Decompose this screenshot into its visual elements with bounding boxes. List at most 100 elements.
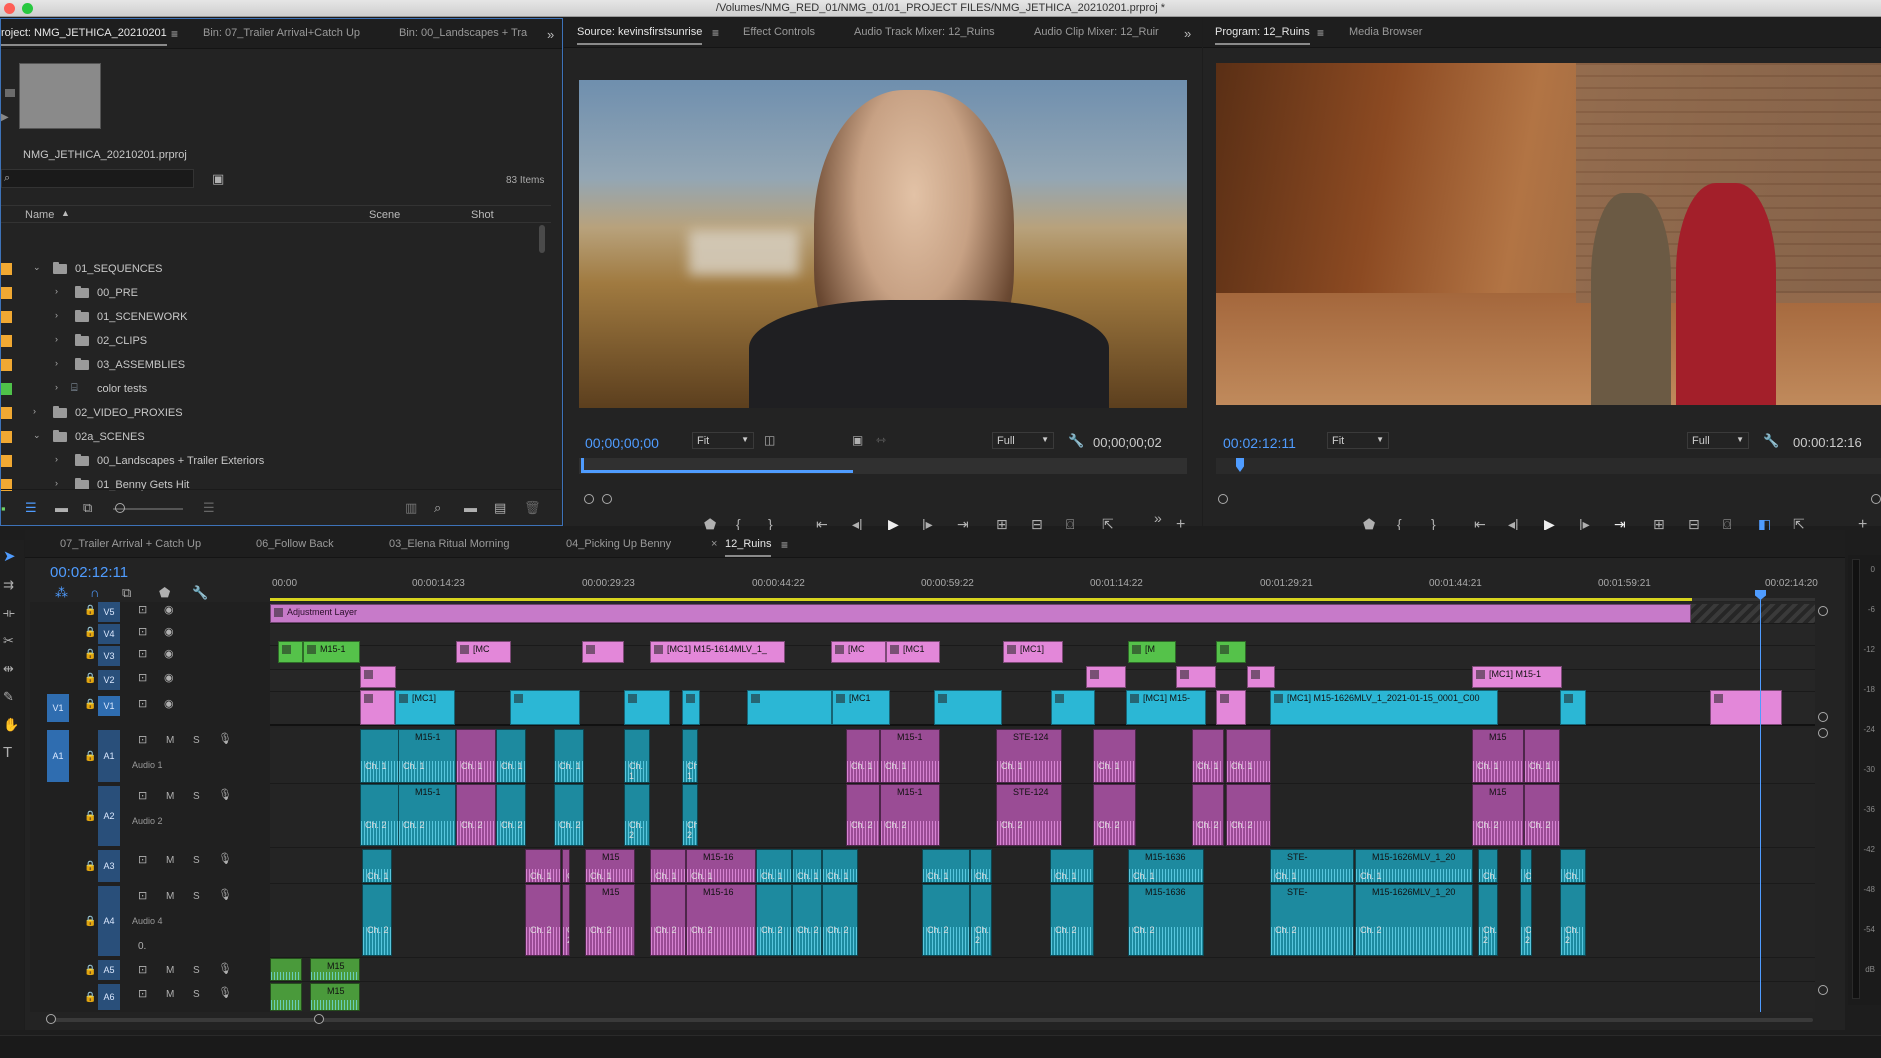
program-quality-dropdown[interactable]: Full ▼: [1687, 432, 1749, 449]
column-shot[interactable]: Shot: [471, 209, 494, 221]
audio-clip[interactable]: Ch. 2: [362, 884, 392, 956]
audio-clip[interactable]: M15-1 Ch. 2: [398, 784, 456, 846]
collapsed-arrow-icon[interactable]: ›: [55, 478, 58, 488]
audio-clip[interactable]: Ch. 1: [1192, 729, 1224, 783]
audio-clip[interactable]: M15 Ch. 2: [1472, 784, 1524, 846]
target-track-v2[interactable]: V2: [98, 670, 120, 690]
target-track-a1[interactable]: A1: [98, 730, 120, 782]
collapsed-arrow-icon[interactable]: ›: [55, 310, 58, 320]
target-track-v5[interactable]: V5: [98, 602, 120, 622]
project-item-row[interactable]: › 01_SCENEWORK: [1, 307, 451, 327]
project-item-row[interactable]: ⌄ 01_SEQUENCES: [1, 259, 451, 279]
target-track-a4[interactable]: A4: [98, 886, 120, 956]
track-lock-icon[interactable]: 🔒: [84, 698, 96, 711]
column-scene[interactable]: Scene: [369, 209, 400, 221]
target-track-a3[interactable]: A3: [98, 850, 120, 882]
tab-source[interactable]: Source: kevinsfirstsunrise: [577, 26, 703, 45]
mute-track-button[interactable]: M: [166, 734, 174, 747]
collapsed-arrow-icon[interactable]: ›: [55, 382, 58, 392]
new-bin-icon[interactable]: ▬: [464, 501, 477, 514]
audio-clip[interactable]: M15 Ch. 1: [1472, 729, 1524, 783]
video-clip[interactable]: [MC1: [886, 641, 940, 663]
drag-video-icon[interactable]: ▣: [852, 434, 863, 447]
play-thumbnail-icon[interactable]: ▶: [1, 111, 9, 124]
sort-icons-icon[interactable]: ☰: [203, 501, 215, 514]
tab-effect-controls[interactable]: Effect Controls: [743, 26, 815, 38]
audio-clip[interactable]: M15-1636 Ch. 2: [1128, 884, 1204, 956]
project-item-row[interactable]: › 02_CLIPS: [1, 331, 451, 351]
freeform-view-icon[interactable]: ⧉: [83, 501, 92, 514]
playhead-line[interactable]: [1760, 590, 1761, 1012]
audio-clip[interactable]: Ch. 2: [456, 784, 496, 846]
tab-seq-benny[interactable]: 04_Picking Up Benny: [566, 538, 671, 550]
audio-clip[interactable]: Ch. 1: [846, 729, 880, 783]
toggle-output-eye-icon[interactable]: ◉: [164, 648, 174, 661]
work-area-bar[interactable]: [270, 598, 1815, 601]
timeline-ruler[interactable]: [270, 573, 1815, 601]
tab-bin-trailer[interactable]: Bin: 07_Trailer Arrival+Catch Up: [203, 27, 360, 39]
toggle-sync-lock-icon[interactable]: ⊡: [138, 890, 147, 903]
toggle-output-eye-icon[interactable]: ◉: [164, 698, 174, 711]
audio-clip[interactable]: Ch. 2: [1226, 784, 1271, 846]
sequence-menu-icon[interactable]: ≡: [781, 538, 788, 552]
new-item-icon[interactable]: ▤: [494, 501, 506, 514]
video-clip[interactable]: [1216, 690, 1246, 725]
mute-track-button[interactable]: M: [166, 790, 174, 803]
audio-clip[interactable]: M15-1626MLV_1_20 Ch. 1: [1355, 849, 1473, 883]
razor-tool-icon[interactable]: ✂: [3, 634, 14, 647]
mute-track-button[interactable]: M: [166, 854, 174, 867]
audio-clip[interactable]: Ch. 1: [624, 729, 650, 783]
project-item-row[interactable]: › 02_VIDEO_PROXIES: [1, 403, 451, 423]
project-item-row[interactable]: › ⌸ color tests: [1, 379, 451, 399]
audio-track-scroll-handle[interactable]: [1818, 728, 1828, 738]
video-clip[interactable]: [1710, 690, 1782, 725]
audio-clip[interactable]: Ch. 2: [360, 784, 400, 846]
selection-tool-icon[interactable]: ➤: [3, 549, 16, 564]
project-search-input[interactable]: ⌕: [1, 169, 194, 188]
video-clip[interactable]: [MC: [831, 641, 886, 663]
source-patch-v1[interactable]: V1: [47, 694, 69, 722]
audio-clip[interactable]: Ch. 1: [822, 849, 858, 883]
solo-track-button[interactable]: S: [193, 988, 200, 1001]
audio-clip[interactable]: STE-124 Ch. 2: [996, 784, 1062, 846]
video-clip[interactable]: [582, 641, 624, 663]
adjustment-layer-clip[interactable]: Adjustment Layer: [270, 604, 1691, 623]
audio-clip[interactable]: Ch. 1: [1524, 729, 1560, 783]
audio-clip[interactable]: Ch. 1: [456, 729, 496, 783]
mute-track-button[interactable]: M: [166, 964, 174, 977]
audio-clip[interactable]: Ch. 2: [1050, 884, 1094, 956]
audio-clip[interactable]: M15-1626MLV_1_20 Ch. 2: [1355, 884, 1473, 956]
target-track-a6[interactable]: A6: [98, 984, 120, 1010]
video-clip[interactable]: [1086, 666, 1126, 688]
voice-over-record-icon[interactable]: 🎙: [218, 733, 232, 746]
audio-clip[interactable]: Ch. 2: [1520, 884, 1532, 956]
source-patch-a1[interactable]: A1: [47, 730, 69, 782]
slip-tool-icon[interactable]: ⇹: [3, 662, 14, 675]
project-scrollbar[interactable]: [539, 225, 545, 253]
audio-clip[interactable]: Ch. 2: [1192, 784, 1224, 846]
toggle-sync-lock-icon[interactable]: ⊡: [138, 698, 147, 711]
timeline-timecode[interactable]: 00:02:12:11: [50, 564, 128, 581]
mute-track-button[interactable]: M: [166, 890, 174, 903]
source-quality-dropdown[interactable]: Full ▼: [992, 432, 1054, 449]
find-icon[interactable]: ⌕: [434, 501, 441, 514]
program-playhead-timecode[interactable]: 00:02:12:11: [1223, 435, 1296, 451]
audio-clip[interactable]: [270, 983, 302, 1011]
video-track-scroll-handle[interactable]: [1818, 606, 1828, 616]
target-track-v1[interactable]: V1: [98, 696, 120, 716]
toggle-sync-lock-icon[interactable]: ⊡: [138, 672, 147, 685]
track-lock-icon[interactable]: 🔒: [84, 672, 96, 685]
project-item-row[interactable]: › 00_Landscapes + Trailer Exteriors: [1, 451, 451, 471]
voice-over-record-icon[interactable]: 🎙: [218, 889, 232, 902]
timeline-zoom-start-handle[interactable]: [46, 1014, 56, 1024]
source-time-ruler[interactable]: [579, 458, 1187, 474]
source-fit-dropdown[interactable]: Fit ▼: [692, 432, 754, 449]
audio-clip[interactable]: Ch. 1: [650, 849, 686, 883]
audio-clip[interactable]: Ch. 2: [496, 784, 526, 846]
target-track-v3[interactable]: V3: [98, 646, 120, 666]
wrench-icon[interactable]: 🔧: [1068, 434, 1084, 447]
source-playhead-timecode[interactable]: 00;00;00;00: [585, 435, 659, 451]
audio-clip[interactable]: M15 Ch. 1: [585, 849, 635, 883]
panel-menu-icon[interactable]: ≡: [171, 27, 178, 41]
video-clip[interactable]: [MC: [456, 641, 511, 663]
